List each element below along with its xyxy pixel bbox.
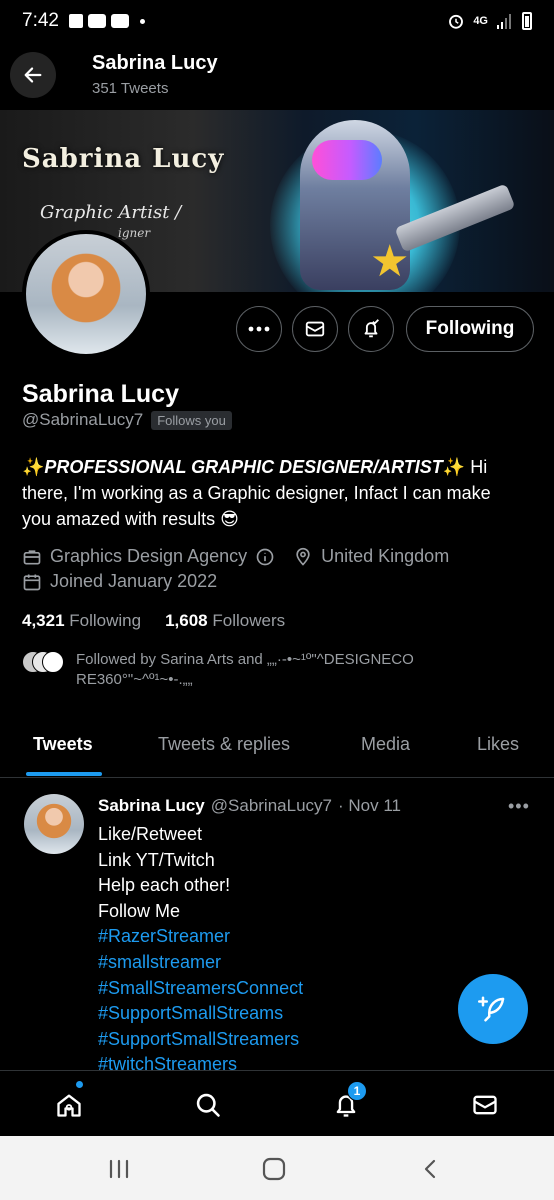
status-time: 7:42 <box>22 10 59 31</box>
tweet-author-handle: @SabrinaLucy7 <box>210 796 332 815</box>
briefcase-icon <box>23 549 41 564</box>
youtube-icon <box>87 14 106 28</box>
home-icon <box>57 1094 81 1117</box>
back-button[interactable] <box>10 52 56 98</box>
star-icon: ★ <box>370 237 410 286</box>
recent-apps-button[interactable] <box>104 1154 134 1184</box>
hashtag-link[interactable]: #smallstreamer <box>98 950 518 976</box>
network-label: 4G <box>473 15 488 27</box>
follower-avatar <box>42 651 64 673</box>
search-icon <box>196 1093 220 1117</box>
tweet-author-name[interactable]: Sabrina Lucy <box>98 796 205 816</box>
more-horizontal-icon <box>248 326 270 332</box>
location-pin-icon <box>296 547 310 566</box>
profile-joined: Joined January 2022 <box>50 571 218 591</box>
brave-icon <box>68 14 83 28</box>
bell-check-icon <box>364 319 379 338</box>
profile-handle: @SabrinaLucy7 <box>22 410 144 429</box>
notifications-toggle-button[interactable] <box>348 306 394 352</box>
home-square-icon <box>262 1157 286 1181</box>
tweet-line: Like/Retweet <box>98 824 203 844</box>
tweet-line: Help each other! <box>98 875 231 896</box>
nav-messages[interactable] <box>469 1089 501 1121</box>
tab-media[interactable]: Media <box>361 734 410 755</box>
hashtag-link[interactable]: #SupportSmallStreamers <box>98 1027 518 1053</box>
signal-icon <box>497 14 511 29</box>
follows-you-badge: Follows you <box>151 410 232 430</box>
active-tab-indicator <box>26 772 102 776</box>
bottom-navigation: 1 <box>0 1070 554 1136</box>
chevron-left-icon <box>424 1159 436 1179</box>
message-button[interactable] <box>292 306 338 352</box>
notification-dot-icon <box>139 18 145 24</box>
tab-tweets[interactable]: Tweets <box>33 734 93 755</box>
calendar-icon <box>23 574 41 590</box>
info-icon[interactable] <box>255 547 275 567</box>
followers-stat[interactable]: 1,608 Followers <box>165 611 285 631</box>
profile-location: United Kingdom <box>321 546 450 566</box>
bio-title: PROFESSIONAL GRAPHIC DESIGNER/ARTIST <box>44 457 443 477</box>
tweet-line: Follow Me <box>98 900 181 921</box>
banner-script-text: Graphic Artist / <box>40 202 182 223</box>
profile-tabs: Tweets Tweets & replies Media Likes <box>0 718 554 778</box>
following-stat[interactable]: 4,321 Following <box>22 611 141 631</box>
tab-tweets-replies[interactable]: Tweets & replies <box>158 734 290 755</box>
followed-by-row[interactable]: Followed by Sarina Arts and „„·-•~¹º"^DE… <box>22 650 506 690</box>
profile-avatar[interactable] <box>22 230 150 358</box>
nav-search[interactable] <box>192 1089 224 1121</box>
tab-likes[interactable]: Likes <box>477 734 519 755</box>
notification-count-badge: 1 <box>347 1081 367 1101</box>
tweet-body: Like/Retweet Link YT/Twitch Help each ot… <box>98 822 518 1078</box>
hashtag-link[interactable]: #RazerStreamer <box>98 924 518 950</box>
banner-brand-text: Sabrina Lucy <box>22 144 225 174</box>
following-button[interactable]: Following <box>406 306 534 352</box>
compose-tweet-button[interactable] <box>458 974 528 1044</box>
hashtag-link[interactable]: #SmallStreamersConnect <box>98 976 518 1002</box>
back-system-button[interactable] <box>416 1154 446 1184</box>
more-options-button[interactable] <box>236 306 282 352</box>
alarm-icon <box>449 14 464 29</box>
tweet-date: · Nov 11 <box>337 796 401 815</box>
header-title: Sabrina Lucy <box>92 52 218 74</box>
header-tweet-count: 351 Tweets <box>92 80 169 97</box>
battery-icon <box>522 12 532 30</box>
envelope-icon <box>473 1095 497 1115</box>
nav-home[interactable] <box>53 1089 85 1121</box>
profile-name: Sabrina Lucy <box>22 380 179 408</box>
home-system-button[interactable] <box>259 1154 289 1184</box>
tweet-avatar[interactable] <box>24 794 84 854</box>
arrow-left-icon <box>24 67 42 83</box>
profile-header: Sabrina Lucy 351 Tweets <box>0 42 554 108</box>
recent-apps-icon <box>109 1159 129 1179</box>
tweet-more-icon[interactable]: ••• <box>508 796 530 817</box>
followed-by-text: Followed by Sarina Arts and „„·-•~¹º"^DE… <box>76 651 414 688</box>
profile-category: Graphics Design Agency <box>50 546 248 566</box>
feather-plus-icon <box>478 996 505 1022</box>
youtube-icon <box>110 14 129 28</box>
follow-stats: 4,321 Following 1,608 Followers <box>22 611 285 631</box>
hashtag-link[interactable]: #SupportSmallStreams <box>98 1001 518 1027</box>
envelope-icon <box>305 321 325 337</box>
home-unread-dot <box>76 1081 83 1088</box>
status-bar: 7:42 4G <box>0 0 554 42</box>
system-navigation-bar <box>0 1136 554 1200</box>
banner-script-text-2: igner <box>118 226 151 240</box>
tweet-line: Link YT/Twitch <box>98 849 215 870</box>
profile-bio: ✨PROFESSIONAL GRAPHIC DESIGNER/ARTIST✨ H… <box>22 457 491 529</box>
tweet-header: Sabrina Lucy @SabrinaLucy7 · Nov 11 <box>98 796 401 816</box>
